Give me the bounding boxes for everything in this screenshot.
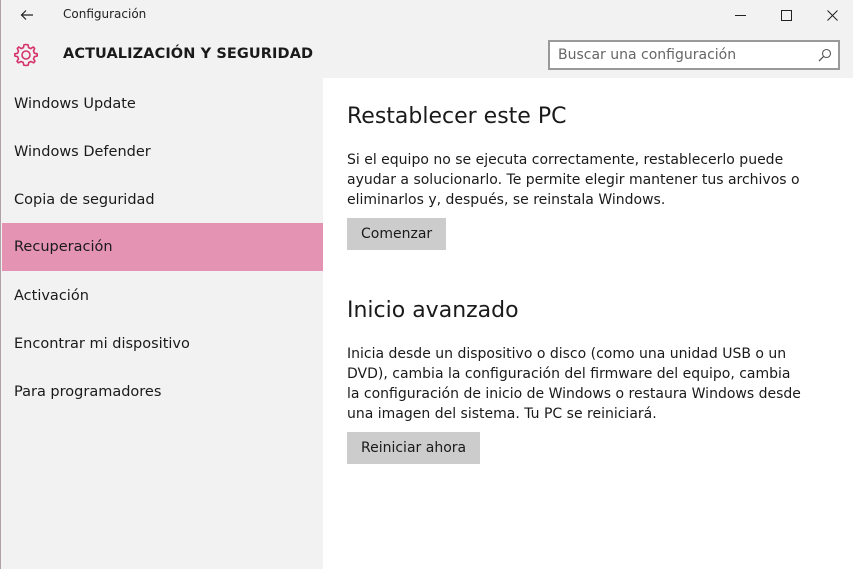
search-icon[interactable]: [818, 48, 832, 62]
search-box[interactable]: [548, 40, 840, 70]
page-header: ACTUALIZACIÓN Y SEGURIDAD: [1, 30, 853, 78]
sidebar-item-windows-update[interactable]: Windows Update: [2, 80, 323, 128]
section-title: ACTUALIZACIÓN Y SEGURIDAD: [63, 46, 314, 62]
sidebar-item-label: Windows Defender: [14, 144, 151, 160]
main-content: Restablecer este PC Si el equipo no se e…: [323, 78, 853, 569]
minimize-icon: [734, 14, 746, 16]
settings-window: Configuración ACTUALIZACIÓN Y SEGURIDAD: [0, 0, 853, 569]
back-arrow-icon: [20, 10, 33, 20]
sidebar-item-label: Activación: [14, 288, 89, 304]
sidebar-item-label: Windows Update: [14, 96, 136, 112]
advanced-startup-description: Inicia desde un dispositivo o disco (com…: [347, 346, 801, 422]
sidebar-item-for-developers[interactable]: Para programadores: [2, 368, 323, 416]
sidebar-item-find-my-device[interactable]: Encontrar mi dispositivo: [2, 320, 323, 368]
restart-now-button[interactable]: Reiniciar ahora: [347, 432, 481, 464]
close-icon: [826, 9, 838, 21]
get-started-button[interactable]: Comenzar: [347, 218, 447, 250]
title-bar: Configuración: [1, 0, 853, 30]
sidebar-item-backup[interactable]: Copia de seguridad: [2, 176, 323, 224]
gear-icon: [14, 43, 38, 67]
minimize-button[interactable]: [717, 0, 763, 30]
search-input[interactable]: [558, 45, 808, 65]
reset-pc-heading: Restablecer este PC: [347, 104, 567, 129]
sidebar-item-recovery[interactable]: Recuperación: [2, 223, 323, 271]
close-button[interactable]: [809, 0, 853, 30]
maximize-button[interactable]: [763, 0, 809, 30]
advanced-startup-heading: Inicio avanzado: [347, 298, 519, 323]
sidebar: Windows Update Windows Defender Copia de…: [1, 78, 323, 569]
sidebar-item-label: Recuperación: [14, 239, 113, 255]
reset-pc-description: Si el equipo no se ejecuta correctamente…: [347, 152, 800, 208]
maximize-icon: [780, 9, 792, 21]
sidebar-item-label: Para programadores: [14, 384, 162, 400]
sidebar-item-label: Copia de seguridad: [14, 192, 155, 208]
sidebar-item-activation[interactable]: Activación: [2, 272, 323, 320]
sidebar-item-label: Encontrar mi dispositivo: [14, 336, 190, 352]
back-button[interactable]: [13, 3, 41, 27]
window-title: Configuración: [63, 7, 147, 21]
sidebar-item-windows-defender[interactable]: Windows Defender: [2, 128, 323, 176]
